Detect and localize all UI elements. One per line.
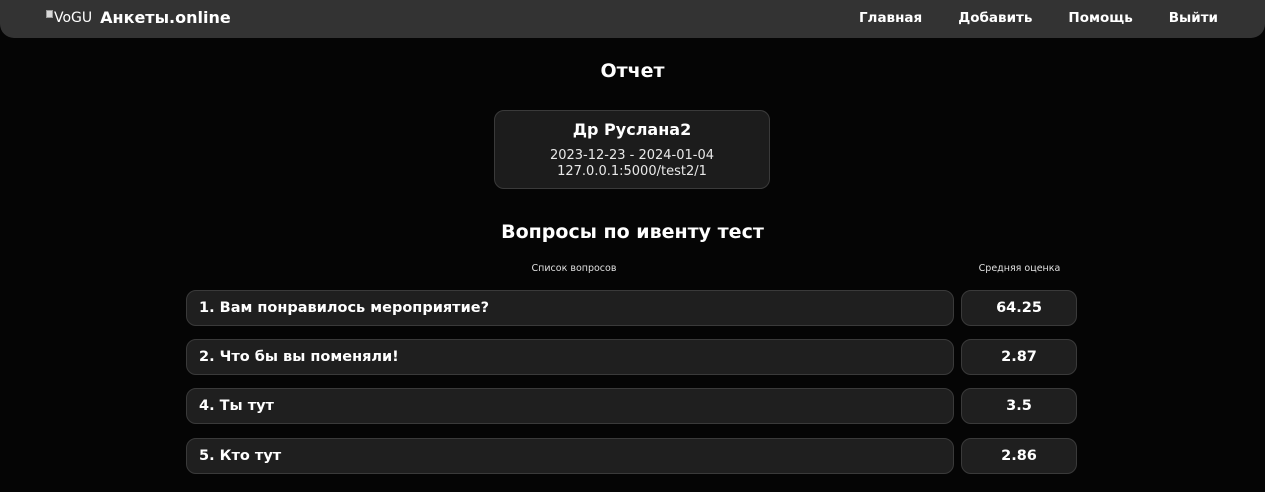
brand-name[interactable]: Анкеты.online (100, 8, 231, 27)
page-title: Отчет (600, 60, 665, 82)
questions-section-title: Вопросы по ивенту тест (501, 221, 764, 243)
average-score: 3.5 (961, 388, 1077, 424)
broken-image-icon (46, 10, 53, 18)
question-text: 2. Что бы вы поменяли! (186, 339, 954, 375)
column-header-average: Средняя оценка (978, 263, 1061, 274)
average-score: 2.87 (961, 339, 1077, 375)
column-header-questions: Список вопросов (531, 263, 617, 274)
event-dates: 2023-12-23 - 2024-01-04 (549, 148, 715, 163)
logo-image[interactable]: VoGU (46, 10, 92, 26)
brand[interactable]: VoGU Анкеты.online (46, 8, 231, 27)
event-name: Др Руслана2 (572, 120, 692, 139)
nav-link-home[interactable]: Главная (859, 10, 922, 26)
logo-alt-text: VoGU (54, 10, 93, 26)
nav-link-add[interactable]: Добавить (958, 10, 1032, 26)
navbar: VoGU Анкеты.online Главная Добавить Помо… (0, 0, 1265, 38)
question-text: 5. Кто тут (186, 438, 954, 474)
event-info-card: Др Руслана2 2023-12-23 - 2024-01-04 127.… (494, 110, 770, 189)
question-text: 1. Вам понравилось мероприятие? (186, 290, 954, 326)
question-text: 4. Ты тут (186, 388, 954, 424)
event-url: 127.0.0.1:5000/test2/1 (557, 164, 707, 179)
nav-links: Главная Добавить Помощь Выйти (859, 10, 1218, 26)
average-score: 64.25 (961, 290, 1077, 326)
nav-link-logout[interactable]: Выйти (1169, 10, 1218, 26)
nav-link-help[interactable]: Помощь (1068, 10, 1132, 26)
average-score: 2.86 (961, 438, 1077, 474)
